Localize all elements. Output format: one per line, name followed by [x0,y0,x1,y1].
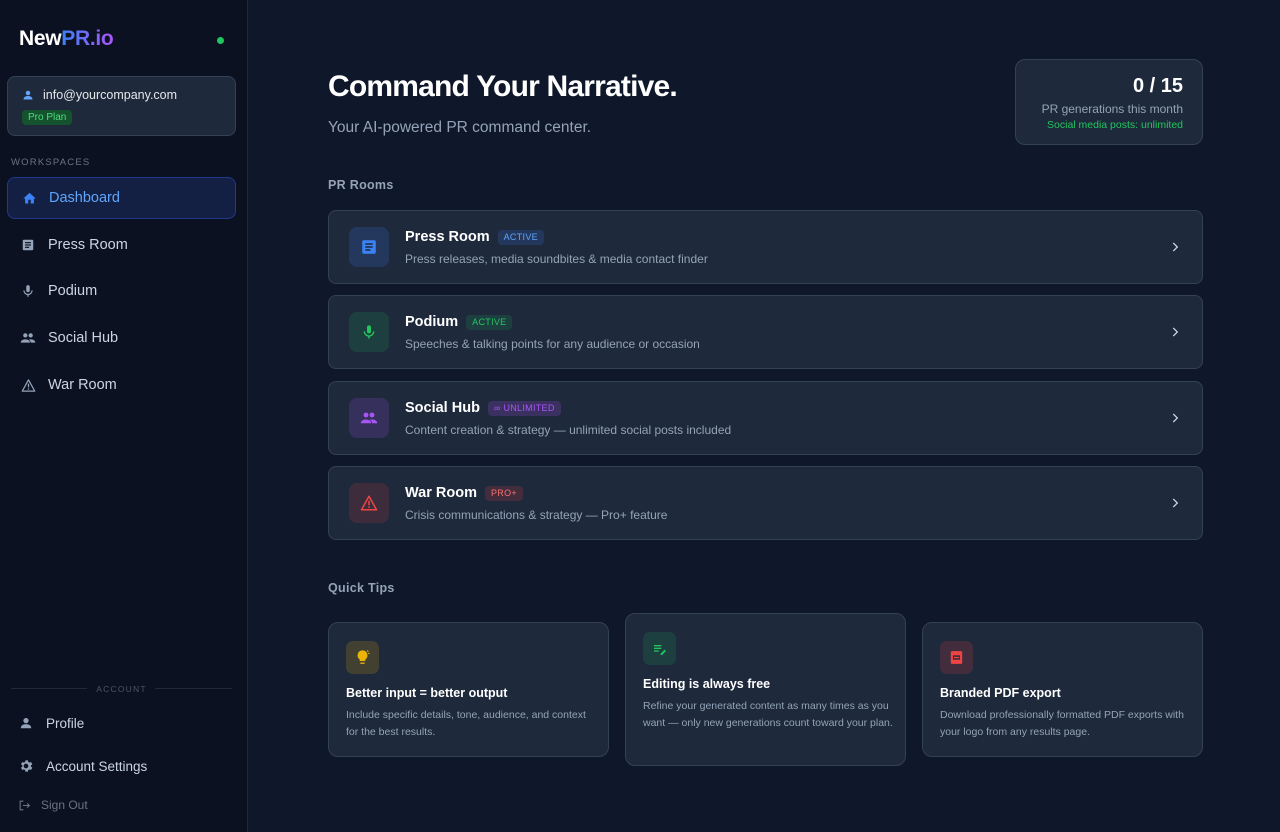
room-description: Content creation & strategy — unlimited … [405,423,732,437]
account-divider: ACCOUNT [11,683,232,695]
sign-out-link[interactable]: Sign Out [18,798,88,812]
unlimited-badge: ∞ UNLIMITED [487,400,561,416]
room-title: Social Hub ∞ UNLIMITED [405,400,561,416]
sidebar-item-label: Social Hub [48,330,119,346]
room-title-text: War Room [405,485,477,501]
profile-label: Profile [46,715,85,731]
people-icon [349,398,389,438]
person-icon [18,715,34,731]
profile-link[interactable]: Profile [18,715,84,731]
tip-description: Download professionally formatted PDF ex… [940,709,1184,738]
sidebar-item-podium[interactable]: Podium [7,270,236,312]
gear-icon [18,758,34,774]
tip-description: Refine your generated content as many ti… [643,700,893,729]
page-subtitle: Your AI-powered PR command center. [328,119,592,136]
social-usage-label: Social media posts: unlimited [1047,119,1183,131]
lightbulb-icon [346,641,379,674]
warning-icon [20,377,36,393]
home-icon [21,190,37,206]
workspaces-label: WORKSPACES [11,157,91,168]
tip-card-editing: Editing is always free Refine your gener… [625,613,906,766]
person-icon [23,90,33,100]
room-title: Press Room ACTIVE [405,229,544,245]
tip-title: Editing is always free [643,677,771,691]
tip-title: Branded PDF export [940,686,1061,700]
chevron-right-icon [1172,413,1179,423]
plan-badge: Pro Plan [22,110,73,125]
pdf-icon [940,641,973,674]
sidebar-item-label: War Room [48,377,117,393]
sign-out-label: Sign Out [41,798,88,812]
chevron-right-icon [1172,242,1179,252]
status-badge: ACTIVE [466,314,513,330]
sidebar: NewPR.io info@yourcompany.com Pro Plan W… [0,0,248,832]
usage-label: PR generations this month [1041,102,1183,116]
room-card-podium[interactable]: Podium ACTIVE Speeches & talking points … [328,295,1203,369]
room-card-social-hub[interactable]: Social Hub ∞ UNLIMITED Content creation … [328,381,1203,455]
quick-tips-label: Quick Tips [328,581,395,595]
room-card-war-room[interactable]: War Room PRO+ Crisis communications & st… [328,466,1203,540]
room-description: Press releases, media soundbites & media… [405,252,708,266]
tip-title: Better input = better output [346,686,508,700]
mic-icon [20,283,36,299]
warning-icon [349,483,389,523]
room-title: Podium ACTIVE [405,314,513,330]
tip-description: Include specific details, tone, audience… [346,709,586,738]
brand-logo-part1: New [19,27,62,50]
people-icon [20,330,36,346]
usage-count: 0 / 15 [1132,75,1183,97]
tip-card-input: Better input = better output Include spe… [328,622,609,757]
pr-rooms-label: PR Rooms [328,178,394,192]
logout-icon [18,799,31,812]
tip-card-pdf: Branded PDF export Download professional… [922,622,1203,757]
article-icon [20,237,36,253]
sidebar-item-label: Press Room [48,237,128,253]
sidebar-item-dashboard[interactable]: Dashboard [7,177,236,219]
usage-card: 0 / 15 PR generations this month Social … [1015,59,1203,145]
room-description: Speeches & talking points for any audien… [405,337,700,351]
user-email: info@yourcompany.com [43,88,178,102]
room-title: War Room PRO+ [405,485,523,501]
account-label: ACCOUNT [96,684,147,694]
chevron-right-icon [1172,327,1179,337]
sidebar-item-label: Podium [48,283,98,299]
account-settings-link[interactable]: Account Settings [18,758,147,774]
sidebar-item-war-room[interactable]: War Room [7,364,236,406]
room-description: Crisis communications & strategy — Pro+ … [405,508,668,522]
room-title-text: Podium [405,314,459,330]
sidebar-item-label: Dashboard [49,190,120,206]
account-settings-label: Account Settings [46,758,148,774]
sidebar-item-social-hub[interactable]: Social Hub [7,317,236,359]
room-title-text: Press Room [405,229,490,245]
room-card-press-room[interactable]: Press Room ACTIVE Press releases, media … [328,210,1203,284]
status-badge: ACTIVE [497,229,544,245]
online-status-dot [217,37,224,44]
pro-plus-badge: PRO+ [484,485,523,501]
brand-logo[interactable]: NewPR.io [19,27,114,51]
edit-note-icon [643,632,676,665]
user-card[interactable]: info@yourcompany.com Pro Plan [7,76,236,136]
chevron-right-icon [1172,498,1179,508]
page-title: Command Your Narrative. [328,70,678,103]
sidebar-item-press-room[interactable]: Press Room [7,224,236,266]
article-icon [349,227,389,267]
mic-icon [349,312,389,352]
room-title-text: Social Hub [405,400,480,416]
brand-logo-part2: PR.io [61,27,114,50]
